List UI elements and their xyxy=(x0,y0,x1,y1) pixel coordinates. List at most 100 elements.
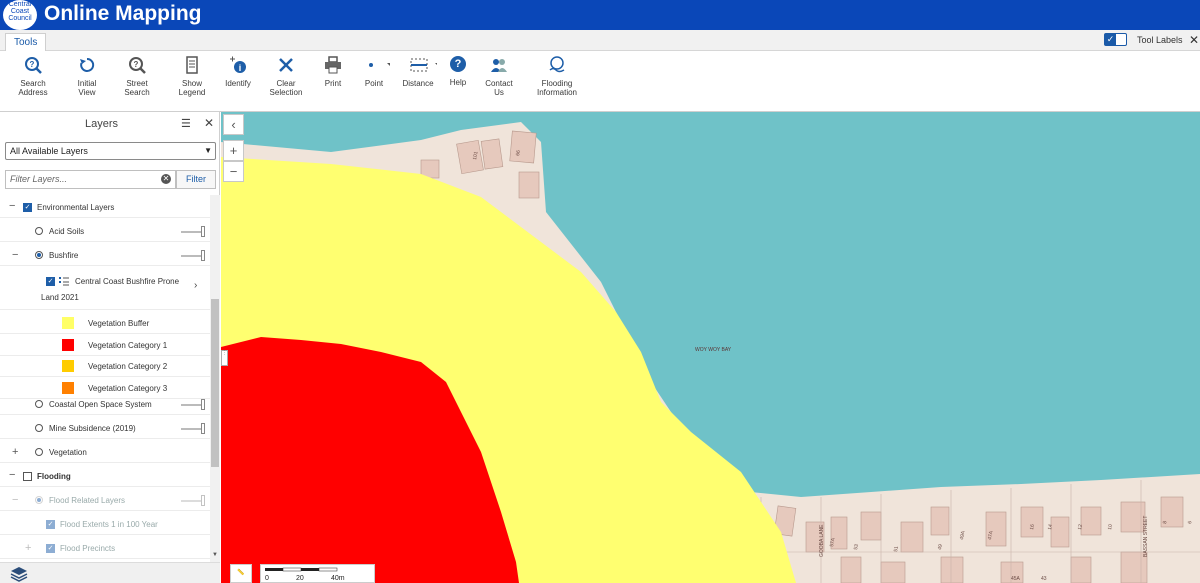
zoom-out-button[interactable]: − xyxy=(223,161,244,182)
legend-icon xyxy=(186,56,198,74)
layer-bushfire[interactable]: − Bushfire xyxy=(0,244,210,266)
slider-handle[interactable] xyxy=(201,226,205,237)
chevron-right-icon[interactable]: › xyxy=(194,280,197,291)
street-search-icon: ? xyxy=(129,57,146,74)
layer-mine-subsidence[interactable]: Mine Subsidence (2019) xyxy=(0,417,210,439)
show-legend-button[interactable]: Show Legend xyxy=(170,56,214,97)
point-button[interactable]: Point xyxy=(360,56,390,88)
initial-view-label: Initial View xyxy=(77,79,97,97)
flood-precincts-checkbox[interactable]: ✓ xyxy=(46,544,55,553)
checkmark-icon: ✓ xyxy=(1105,34,1116,45)
acid-soils-radio[interactable] xyxy=(35,227,43,235)
help-label: Help xyxy=(449,78,467,87)
opacity-slider[interactable] xyxy=(181,250,205,261)
legend-item: Vegetation Category 1 xyxy=(0,334,210,356)
layer-acid-soils[interactable]: Acid Soils xyxy=(0,220,210,242)
layer-label-line-2: Land 2021 xyxy=(41,293,79,302)
opacity-slider[interactable] xyxy=(181,226,205,237)
collapse-icon[interactable]: − xyxy=(9,200,15,212)
slider-handle[interactable] xyxy=(201,399,205,410)
mine-radio[interactable] xyxy=(35,424,43,432)
collapse-icon[interactable]: − xyxy=(12,249,18,261)
map-view[interactable]: GOOBA LANE BASSAN STREET 101 66 57A 53 5… xyxy=(221,112,1200,583)
zoom-in-button[interactable]: + xyxy=(223,140,244,161)
contact-us-label: Contact Us xyxy=(485,79,513,97)
help-button[interactable]: ? Help xyxy=(448,56,468,87)
layer-bushfire-prone-land[interactable]: ✓ Central Coast Bushfire Prone Land 2021… xyxy=(0,268,210,310)
logo-line-3: Council xyxy=(8,15,32,22)
scrollbar-thumb[interactable] xyxy=(211,299,219,467)
layer-label: Flood Precincts xyxy=(60,544,116,553)
layer-label-line-1: Central Coast Bushfire Prone xyxy=(75,277,180,286)
initial-view-button[interactable]: Initial View xyxy=(68,56,106,97)
close-panel-button[interactable]: ✕ xyxy=(204,116,214,130)
menu-icon[interactable]: ☰ xyxy=(181,117,191,130)
opacity-slider[interactable] xyxy=(181,399,205,410)
contact-icon xyxy=(491,59,507,72)
opacity-slider[interactable] xyxy=(181,423,205,434)
panel-resize-handle[interactable]: ⋮ xyxy=(221,350,228,366)
layer-coastal-open-space[interactable]: Coastal Open Space System xyxy=(0,393,210,415)
collapse-panel-button[interactable]: ‹ xyxy=(223,114,244,135)
basemap-button[interactable] xyxy=(0,562,220,583)
slider-handle[interactable] xyxy=(201,250,205,261)
layer-flood-related[interactable]: − Flood Related Layers xyxy=(0,489,210,511)
layer-label: Vegetation xyxy=(49,448,87,457)
layer-category-select[interactable]: All Available Layers ▼ xyxy=(5,142,216,160)
layer-flood-precincts[interactable]: + ✓ Flood Precincts xyxy=(0,537,210,559)
initial-view-icon xyxy=(80,57,95,72)
legend-label: Vegetation Buffer xyxy=(88,319,150,328)
search-address-button[interactable]: ? Search Address xyxy=(8,56,58,97)
slider-handle[interactable] xyxy=(201,423,205,434)
clear-selection-button[interactable]: Clear Selection xyxy=(260,56,312,97)
expand-icon[interactable]: + xyxy=(12,446,18,458)
chevron-down-icon: ▼ xyxy=(204,146,212,155)
flooding-information-button[interactable]: Flooding Information xyxy=(536,56,578,97)
expand-icon[interactable]: + xyxy=(25,542,31,554)
slider-handle[interactable] xyxy=(201,495,205,506)
distance-button[interactable]: Distance xyxy=(401,56,437,88)
map-place-label: WOY WOY BAY xyxy=(695,347,732,353)
clear-filter-icon[interactable]: ✕ xyxy=(161,174,171,184)
measure-scale-button[interactable]: 📏 xyxy=(230,564,252,583)
street-search-button[interactable]: ? Street Search xyxy=(115,56,159,97)
filter-layers-input[interactable]: Filter Layers... xyxy=(5,170,176,189)
svg-text:i: i xyxy=(239,63,242,73)
layer-vegetation[interactable]: + Vegetation xyxy=(0,441,210,463)
close-icon xyxy=(279,58,293,72)
layer-label: Bushfire xyxy=(49,251,79,260)
bushfire-prone-checkbox[interactable]: ✓ xyxy=(46,277,55,286)
environmental-checkbox[interactable]: ✓ xyxy=(23,203,32,212)
vegetation-radio[interactable] xyxy=(35,448,43,456)
filter-button[interactable]: Filter xyxy=(176,170,216,189)
layer-label: Environmental Layers xyxy=(37,203,115,212)
show-legend-label: Show Legend xyxy=(178,79,206,97)
print-button[interactable]: Print xyxy=(322,56,344,88)
flood-related-radio[interactable] xyxy=(35,496,43,504)
layer-list-icon xyxy=(59,277,69,286)
close-toolbar-button[interactable]: ✕ xyxy=(1189,33,1199,47)
identify-button[interactable]: i Identify xyxy=(223,56,253,88)
scroll-down-icon[interactable]: ▼ xyxy=(212,552,218,558)
layers-panel: Layers ☰ ✕ All Available Layers ▼ Filter… xyxy=(0,112,220,583)
collapse-icon[interactable]: − xyxy=(12,494,18,506)
layer-label: Acid Soils xyxy=(49,227,85,236)
layer-group-environmental[interactable]: − ✓ Environmental Layers xyxy=(0,196,210,218)
layer-flood-extents[interactable]: ✓ Flood Extents 1 in 100 Year xyxy=(0,513,210,535)
tool-labels-toggle[interactable]: ✓ xyxy=(1104,33,1127,46)
flooding-icon xyxy=(549,56,565,73)
layer-group-flooding[interactable]: − Flooding xyxy=(0,465,210,487)
flood-extents-checkbox[interactable]: ✓ xyxy=(46,520,55,529)
collapse-icon[interactable]: − xyxy=(9,469,15,481)
coastal-radio[interactable] xyxy=(35,400,43,408)
layer-label: Flood Related Layers xyxy=(49,496,126,505)
legend-item: Vegetation Buffer xyxy=(0,312,210,334)
identify-label: Identify xyxy=(225,79,251,88)
layer-list-scrollbar[interactable] xyxy=(210,195,220,563)
layer-select-value: All Available Layers xyxy=(10,146,88,156)
contact-us-button[interactable]: Contact Us xyxy=(480,56,518,97)
tab-tools[interactable]: Tools xyxy=(5,33,47,52)
flooding-checkbox[interactable] xyxy=(23,472,32,481)
bushfire-radio[interactable] xyxy=(35,251,43,259)
opacity-slider[interactable] xyxy=(181,495,205,506)
